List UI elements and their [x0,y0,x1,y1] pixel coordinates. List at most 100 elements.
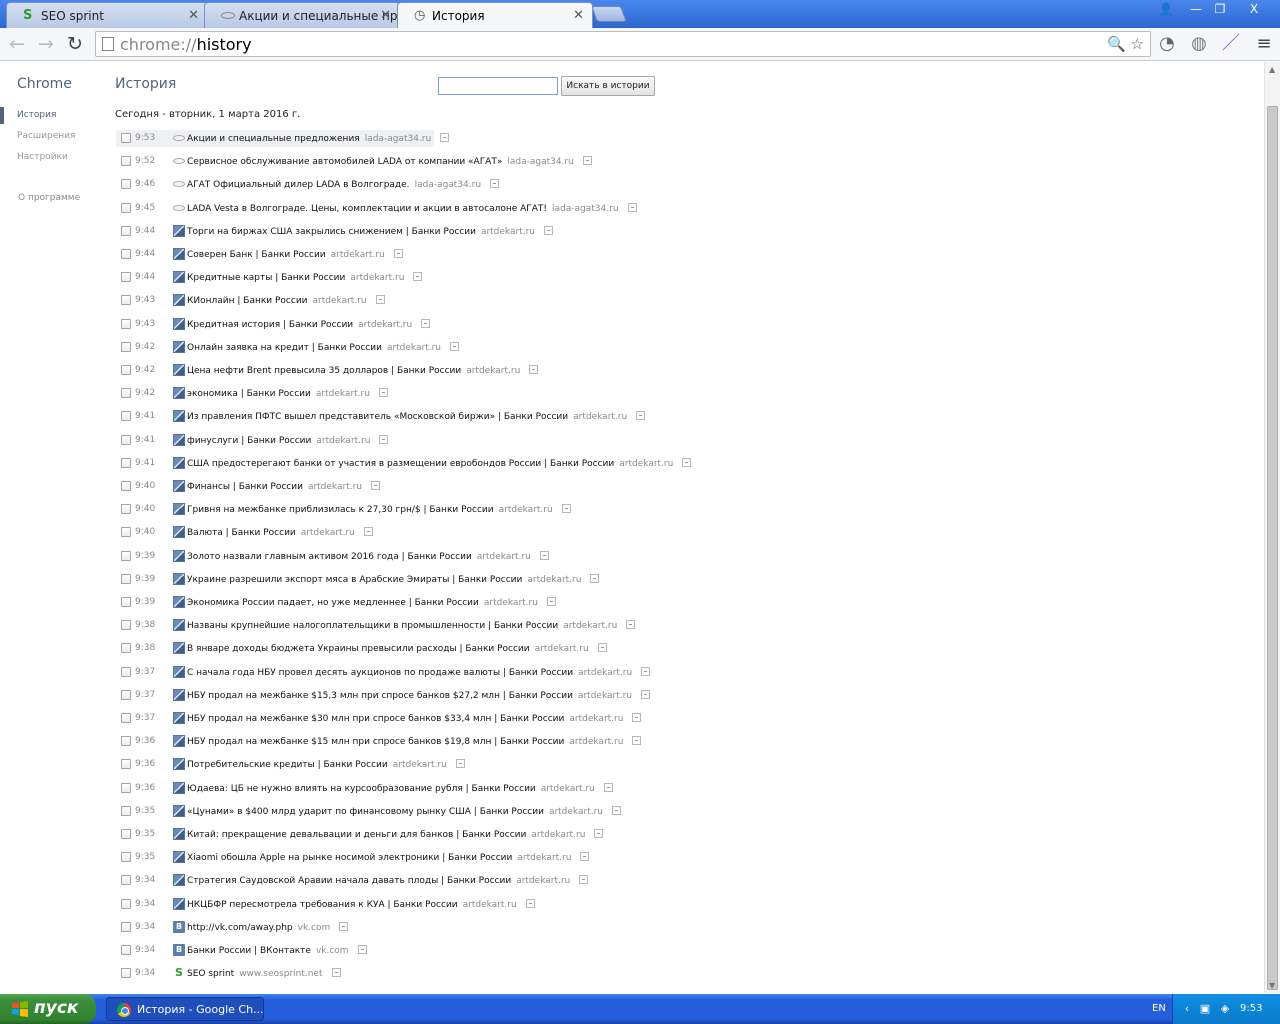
sidebar-item-extensions[interactable]: Расширения [17,131,75,141]
entry-title-link[interactable]: Банки России | ВКонтакте [187,946,311,956]
history-entry[interactable]: 9:53 Акции и специальные предложения lada-… [116,130,450,147]
entry-title-link[interactable]: НКЦБФР пересмотрела требования к КУА | Б… [187,900,458,910]
entry-title-link[interactable]: НБУ продал на межбанке $30 млн при спрос… [187,714,564,724]
address-bar[interactable]: chrome://history 🔍 ☆ [95,31,1151,57]
entry-menu-button[interactable] [627,203,637,212]
history-entry[interactable]: 9:35 Китай: прекращение девальвации и ден… [116,826,656,843]
history-entry[interactable]: 9:43 КИонлайн | Банки России artdekart.ru [116,292,656,309]
new-tab-button[interactable] [591,6,627,22]
entry-menu-button[interactable] [603,783,613,792]
history-entry[interactable]: 9:38 В январе доходы бюджета Украины прев… [116,640,656,657]
entry-menu-button[interactable] [539,551,549,560]
entry-title-link[interactable]: Украине разрешили экспорт мяса в Арабски… [187,575,522,585]
entry-menu-button[interactable] [525,899,535,908]
entry-menu-button[interactable] [632,713,642,722]
entry-menu-button[interactable] [375,295,385,304]
history-entry[interactable]: 9:40 Валюта | Банки России artdekart.ru [116,524,656,541]
history-entry[interactable]: 9:40 Финансы | Банки России artdekart.ru [116,478,656,495]
entry-checkbox[interactable] [121,133,131,143]
history-entry[interactable]: 9:39 Золото назвали главным активом 2016 … [116,548,656,565]
history-search-input[interactable] [438,77,558,95]
entry-title-link[interactable]: Xiaomi обошла Apple на рынке носимой эле… [187,853,512,863]
entry-menu-button[interactable] [450,342,459,351]
tab-lada[interactable]: Акции и специальные пред ✕ [204,2,400,28]
entry-checkbox[interactable] [121,667,131,677]
entry-checkbox[interactable] [121,249,131,259]
history-entry[interactable]: 9:52 Сервисное обслуживание автомобилей L… [116,153,656,170]
entry-checkbox[interactable] [121,806,131,816]
entry-title-link[interactable]: КИонлайн | Банки России [187,296,308,306]
entry-title-link[interactable]: Сервисное обслуживание автомобилей LADA … [187,157,502,167]
entry-checkbox[interactable] [121,272,131,282]
history-entry[interactable]: 9:43 Кредитная история | Банки России artd… [116,316,656,333]
history-entry[interactable]: 9:45 LADA Vesta в Волгограде. Цены, компл… [116,200,656,217]
entry-menu-button[interactable] [363,527,373,536]
entry-title-link[interactable]: экономика | Банки России [187,389,311,399]
history-entry[interactable]: 9:38 Названы крупнейшие налогоплательщики… [116,617,656,634]
tab-seo-sprint[interactable]: S SEO sprint ✕ [6,2,208,28]
history-entry[interactable]: 9:35 Xiaomi обошла Apple на рынке носимой… [116,849,656,866]
entry-title-link[interactable]: НБУ продал на межбанке $15,3 млн при спр… [187,691,573,701]
entry-checkbox[interactable] [121,620,131,630]
entry-checkbox[interactable] [121,713,131,723]
history-entry[interactable]: 9:39 Украине разрешили экспорт мяса в Ара… [116,571,656,588]
entry-title-link[interactable]: Кредитная история | Банки России [187,320,353,330]
entry-checkbox[interactable] [121,481,131,491]
bookmark-star-icon[interactable]: ☆ [1131,35,1144,53]
entry-title-link[interactable]: Торги на биржах США закрылись снижением … [187,227,476,237]
entry-checkbox[interactable] [121,179,131,189]
entry-menu-button[interactable] [357,945,367,954]
scroll-thumb[interactable] [1267,106,1278,990]
entry-menu-button[interactable] [612,806,621,815]
history-entry[interactable]: 9:44 Торги на биржах США закрылись снижен… [116,223,656,240]
entry-menu-button[interactable] [580,852,590,861]
profile-icon[interactable]: 👤 [1152,0,1180,18]
entry-checkbox[interactable] [121,597,131,607]
history-entry[interactable]: 9:41 США предостерегают банки от участия … [116,455,692,472]
entry-checkbox[interactable] [121,643,131,653]
close-window-button[interactable]: X [1240,0,1268,18]
entry-menu-button[interactable] [529,365,539,374]
entry-title-link[interactable]: Из правления ПФТС вышел представитель «М… [187,412,568,422]
entry-title-link[interactable]: Потребительские кредиты | Банки России [187,760,388,770]
history-entry[interactable]: 9:34 S SEO sprint www.seosprint.net [116,965,656,982]
entry-menu-button[interactable] [636,411,646,420]
entry-checkbox[interactable] [121,968,131,978]
entry-title-link[interactable]: Золото назвали главным активом 2016 года… [187,552,472,562]
history-entry[interactable]: 9:37 НБУ продал на межбанке $15,3 млн при… [116,687,656,704]
entry-title-link[interactable]: Финансы | Банки России [187,482,303,492]
entry-menu-button[interactable] [597,643,607,652]
history-entry[interactable]: 9:41 Из правления ПФТС вышел представител… [116,408,656,425]
forward-icon[interactable]: → [34,32,58,56]
entry-title-link[interactable]: АГАТ Официальный дилер LADA в Волгограде… [187,180,410,190]
security-icon[interactable]: ◈ [1218,1002,1232,1016]
entry-checkbox[interactable] [121,365,131,375]
entry-checkbox[interactable] [121,458,131,468]
entry-menu-button[interactable] [641,690,651,699]
entry-checkbox[interactable] [121,342,131,352]
history-entry[interactable]: 9:34 НКЦБФР пересмотрела требования к КУА… [116,896,656,913]
entry-checkbox[interactable] [121,875,131,885]
history-entry[interactable]: 9:34 B Банки России | ВКонтакте vk.com [116,942,656,959]
history-entry[interactable]: 9:41 финуслуги | Банки России artdekart.ru [116,432,656,449]
entry-title-link[interactable]: Стратегия Саудовской Аравии начала дават… [187,876,511,886]
maximize-button[interactable]: ❐ [1206,0,1234,18]
entry-menu-button[interactable] [632,736,642,745]
entry-checkbox[interactable] [121,945,131,955]
zoom-icon[interactable]: 🔍 [1107,35,1126,53]
entry-menu-button[interactable] [331,968,341,977]
history-entry[interactable]: 9:46 АГАТ Официальный дилер LADA в Волгог… [116,176,656,193]
scroll-up-arrow[interactable]: ▲ [1269,65,1275,74]
entry-checkbox[interactable] [121,203,131,213]
search-history-button[interactable]: Искать в истории [561,76,655,96]
entry-menu-button[interactable] [440,133,450,142]
menu-icon[interactable]: ≡ [1252,32,1276,56]
entry-menu-button[interactable] [579,875,589,884]
entry-checkbox[interactable] [121,783,131,793]
history-entry[interactable]: 9:34 Bhttp://vk.com/away.php vk.com [116,919,656,936]
tray-expand-icon[interactable]: ‹ [1180,1002,1194,1016]
entry-title-link[interactable]: Юдаева: ЦБ не нужно влиять на курсообраз… [187,784,536,794]
entry-menu-button[interactable] [682,458,692,467]
entry-menu-button[interactable] [371,481,380,490]
history-entry[interactable]: 9:42 Онлайн заявка на кредит | Банки Росс… [116,339,656,356]
